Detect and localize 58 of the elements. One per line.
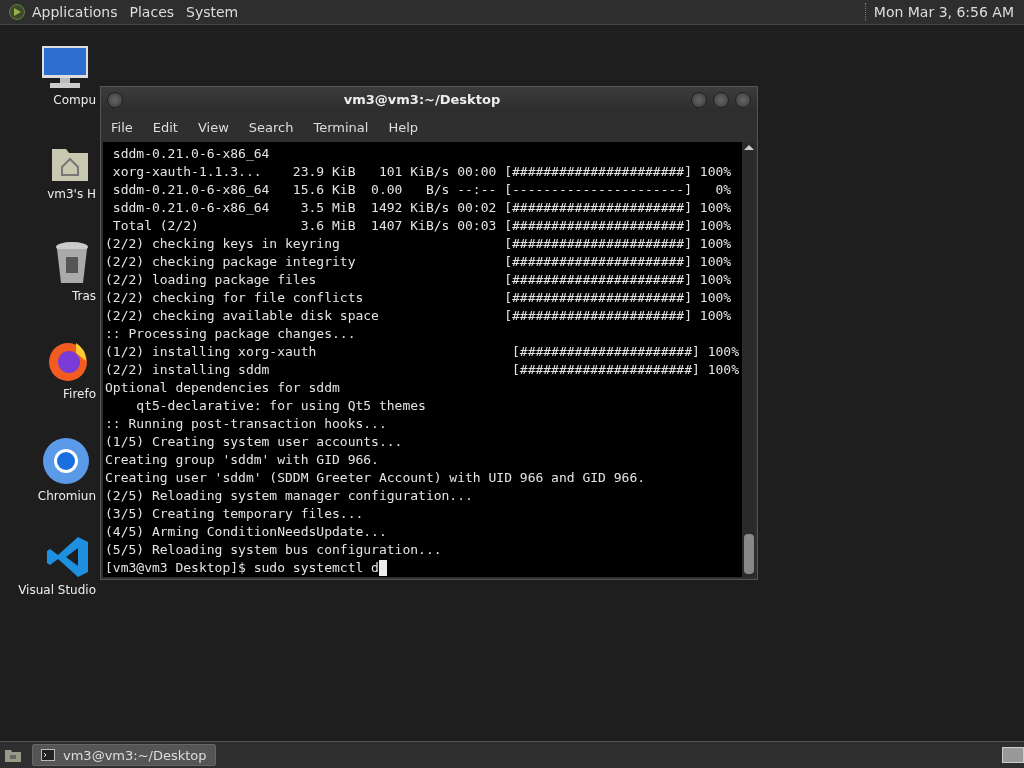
- desktop-icon-label[interactable]: Compu: [53, 93, 96, 107]
- terminal-line: Total (2/2) 3.6 MiB 1407 KiB/s 00:03 [######################] 100%: [111, 217, 732, 235]
- minimize-button[interactable]: [691, 91, 707, 108]
- show-desktop-icon[interactable]: [4, 747, 22, 763]
- code-editor-logo-icon[interactable]: [46, 535, 90, 579]
- terminal-line: xorg-xauth-1.1.3... 23.9 KiB 101 KiB/s 00:00 [######################] 100%: [111, 163, 732, 181]
- terminal-line: (4/5) Arming ConditionNeedsUpdate...: [105, 523, 387, 541]
- chromium-logo-icon[interactable]: [42, 437, 90, 485]
- menu-item[interactable]: View: [197, 119, 229, 135]
- desktop-icon-label[interactable]: vm3's H: [47, 187, 96, 201]
- terminal-line: sddm-0.21.0-6-x86_64: [111, 145, 270, 163]
- panel-menu[interactable]: Places: [129, 4, 175, 20]
- desktop-icon-label[interactable]: Visual Studio: [18, 583, 96, 597]
- desktop-icon-label[interactable]: Tras: [71, 289, 96, 303]
- terminal-line: :: Processing package changes...: [105, 325, 356, 343]
- terminal-line: (2/5) Reloading system manager configuration...: [105, 487, 473, 505]
- terminal-line: (1/5) Creating system user accounts...: [105, 433, 403, 451]
- scrollbar-thumb[interactable]: [743, 534, 754, 574]
- maximize-button[interactable]: [713, 91, 729, 108]
- panel-menu[interactable]: System: [186, 4, 239, 20]
- terminal-line: (2/2) checking for file conflicts [######################] 100%: [105, 289, 732, 307]
- desktop-icon-label[interactable]: Chromiun: [37, 489, 96, 503]
- desktop-icon-label[interactable]: Firefo: [63, 387, 96, 401]
- terminal-line: (5/5) Reloading system bus configuration...: [105, 541, 442, 559]
- terminal-line: (2/2) checking package integrity [######################] 100%: [105, 253, 732, 271]
- terminal-line: qt5-declarative: for using Qt5 themes: [135, 397, 426, 415]
- terminal-line: (1/2) installing xorg-xauth [######################] 100%: [105, 343, 739, 361]
- menu-item[interactable]: Help: [388, 119, 419, 135]
- trash-icon[interactable]: [54, 241, 90, 285]
- terminal-line: sddm-0.21.0-6-x86_64 3.5 MiB 1492 KiB/s 00:02 [######################] 100%: [111, 199, 732, 217]
- distro-logo-icon[interactable]: [8, 3, 26, 21]
- menu-item[interactable]: File: [111, 119, 133, 135]
- terminal-line: (2/2) loading package files [######################] 100%: [105, 271, 732, 289]
- terminal-icon: [41, 749, 55, 761]
- taskbar-button[interactable]: vm3@vm3:~/Desktop: [32, 744, 216, 766]
- terminal-line: :: Running post-transaction hooks...: [105, 415, 387, 433]
- panel-menu[interactable]: Applications: [32, 4, 118, 20]
- monitor-icon[interactable]: [40, 45, 90, 89]
- menu-item[interactable]: Search: [248, 119, 294, 135]
- window-menu-button[interactable]: [107, 91, 123, 108]
- terminal-line: (2/2) checking keys in keyring [######################] 100%: [105, 235, 732, 253]
- close-button[interactable]: [735, 91, 751, 108]
- workspace-switcher[interactable]: [1002, 747, 1024, 763]
- window-title: vm3@vm3:~/Desktop: [342, 92, 502, 108]
- menu-item[interactable]: Terminal: [313, 119, 369, 135]
- terminal-line: Creating user 'sddm' (SDDM Greeter Account) with UID 966 and GID 966.: [105, 469, 646, 487]
- menu-item[interactable]: Edit: [152, 119, 178, 135]
- terminal-line: Creating group 'sddm' with GID 966.: [105, 451, 379, 469]
- scroll-up-icon[interactable]: [743, 145, 754, 150]
- terminal-line: sddm-0.21.0-6-x86_64 15.6 KiB 0.00 B/s --:-- [----------------------] 0%: [111, 181, 732, 199]
- scrollbar[interactable]: [742, 142, 755, 577]
- command-prompt[interactable]: [vm3@vm3 Desktop]$ sudo systemctl d: [105, 559, 379, 577]
- text-cursor: [378, 560, 387, 576]
- clock[interactable]: Mon Mar 3, 6:56 AM: [873, 4, 1014, 20]
- terminal-line: Optional dependencies for sddm: [105, 379, 340, 397]
- terminal-line: (2/2) checking available disk space [######################] 100%: [105, 307, 732, 325]
- terminal-line: (2/2) installing sddm [######################] 100%: [105, 361, 739, 379]
- terminal-line: (3/5) Creating temporary files...: [105, 505, 364, 523]
